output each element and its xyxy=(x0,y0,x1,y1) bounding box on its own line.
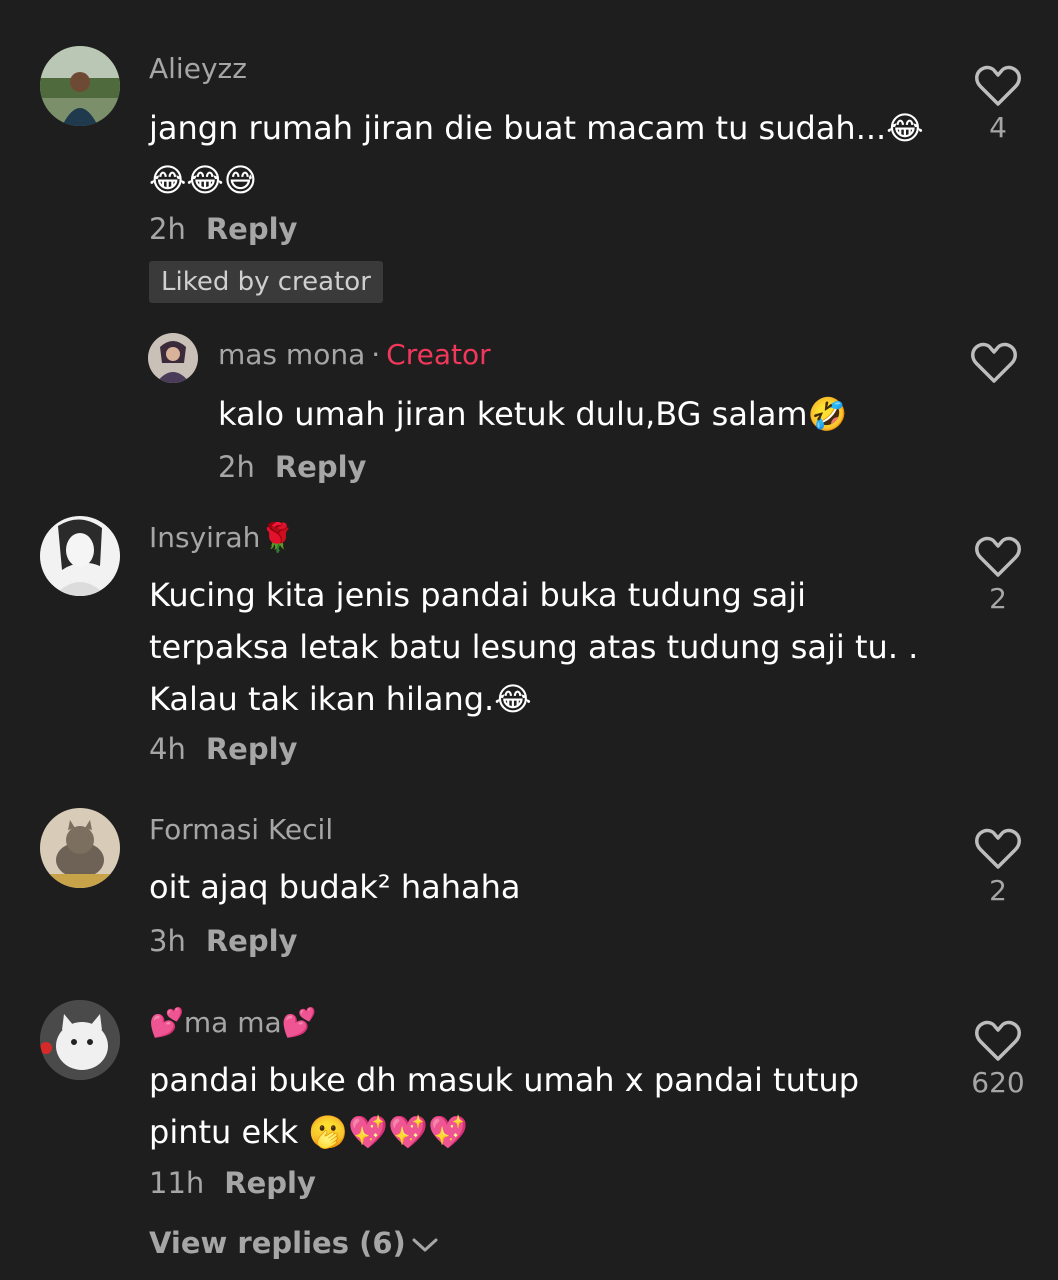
comment-text-line: terpaksa letak batu lesung atas tudung s… xyxy=(149,628,919,666)
comment-meta: 2h Reply xyxy=(149,212,297,246)
comment-time: 11h xyxy=(149,1166,205,1200)
avatar-image xyxy=(40,808,120,888)
reply-button[interactable]: Reply xyxy=(206,924,298,958)
heart-outline-icon xyxy=(975,1020,1021,1061)
comment-meta: 3h Reply xyxy=(149,924,297,958)
comment-text-line: Kucing kita jenis pandai buka tudung saj… xyxy=(149,576,807,614)
like-button[interactable]: 620 xyxy=(958,1020,1038,1099)
comment-text: kalo umah jiran ketuk dulu,BG salam🤣 xyxy=(218,388,847,440)
reply-button[interactable]: Reply xyxy=(275,450,367,484)
avatar-image xyxy=(40,1000,120,1080)
avatar-image xyxy=(40,46,120,126)
like-count: 2 xyxy=(989,874,1007,907)
avatar[interactable] xyxy=(148,333,198,383)
avatar-image xyxy=(148,333,198,383)
view-replies-button[interactable]: View replies (6) xyxy=(149,1226,438,1260)
comment-text-line: kalo umah jiran ketuk dulu,BG salam🤣 xyxy=(218,395,848,433)
like-button[interactable]: 2 xyxy=(958,828,1038,907)
reply-button[interactable]: Reply xyxy=(206,732,298,766)
comment-text-line: 😂😂😅 xyxy=(149,161,258,199)
comment-time: 3h xyxy=(149,924,186,958)
comment-meta: 11h Reply xyxy=(149,1166,316,1200)
avatar-image xyxy=(40,516,120,596)
heart-outline-icon xyxy=(975,828,1021,869)
avatar[interactable] xyxy=(40,1000,120,1080)
view-replies-label: View replies (6) xyxy=(149,1226,406,1260)
comment-meta: 4h Reply xyxy=(149,732,297,766)
reply-button[interactable]: Reply xyxy=(224,1166,316,1200)
comment-time: 2h xyxy=(149,212,186,246)
comment-text-line: pandai buke dh masuk umah x pandai tutup xyxy=(149,1061,860,1099)
chevron-down-icon xyxy=(412,1238,438,1252)
like-button[interactable]: 4 xyxy=(958,65,1038,144)
reply-username[interactable]: mas mona xyxy=(218,338,365,371)
comment-username[interactable]: Formasi Kecil xyxy=(149,813,333,846)
comment-username[interactable]: Alieyzz xyxy=(149,52,247,85)
creator-label: Creator xyxy=(386,338,491,371)
avatar[interactable] xyxy=(40,808,120,888)
comment-text-line: pintu ekk 🫢💖💖💖 xyxy=(149,1113,468,1151)
like-button[interactable] xyxy=(954,342,1034,384)
avatar[interactable] xyxy=(40,516,120,596)
comment-text-line: oit ajaq budak² hahaha xyxy=(149,868,521,906)
heart-outline-icon xyxy=(971,342,1017,383)
heart-outline-icon xyxy=(975,536,1021,577)
reply-button[interactable]: Reply xyxy=(206,212,298,246)
avatar[interactable] xyxy=(40,46,120,126)
like-count: 620 xyxy=(971,1066,1025,1099)
liked-by-creator-badge: Liked by creator xyxy=(149,261,383,303)
comment-text-line: Kalau tak ikan hilang.😂 xyxy=(149,680,532,718)
comment-time: 4h xyxy=(149,732,186,766)
heart-outline-icon xyxy=(975,65,1021,106)
comment-username[interactable]: Insyirah🌹 xyxy=(149,521,295,554)
like-count: 2 xyxy=(989,582,1007,615)
comment-username: mas mona · Creator xyxy=(218,338,491,371)
comment-text: oit ajaq budak² hahaha xyxy=(149,861,521,913)
comment-text: jangn rumah jiran die buat macam tu suda… xyxy=(149,102,924,206)
comment-time: 2h xyxy=(218,450,255,484)
comment-text: Kucing kita jenis pandai buka tudung saj… xyxy=(149,569,918,725)
like-count: 4 xyxy=(989,111,1007,144)
separator-dot: · xyxy=(371,338,381,371)
comment-text-line: jangn rumah jiran die buat macam tu suda… xyxy=(149,109,924,147)
like-button[interactable]: 2 xyxy=(958,536,1038,615)
comment-username[interactable]: 💕ma ma💕 xyxy=(149,1006,317,1039)
comment-meta: 2h Reply xyxy=(218,450,366,484)
comment-text: pandai buke dh masuk umah x pandai tutup… xyxy=(149,1054,859,1158)
